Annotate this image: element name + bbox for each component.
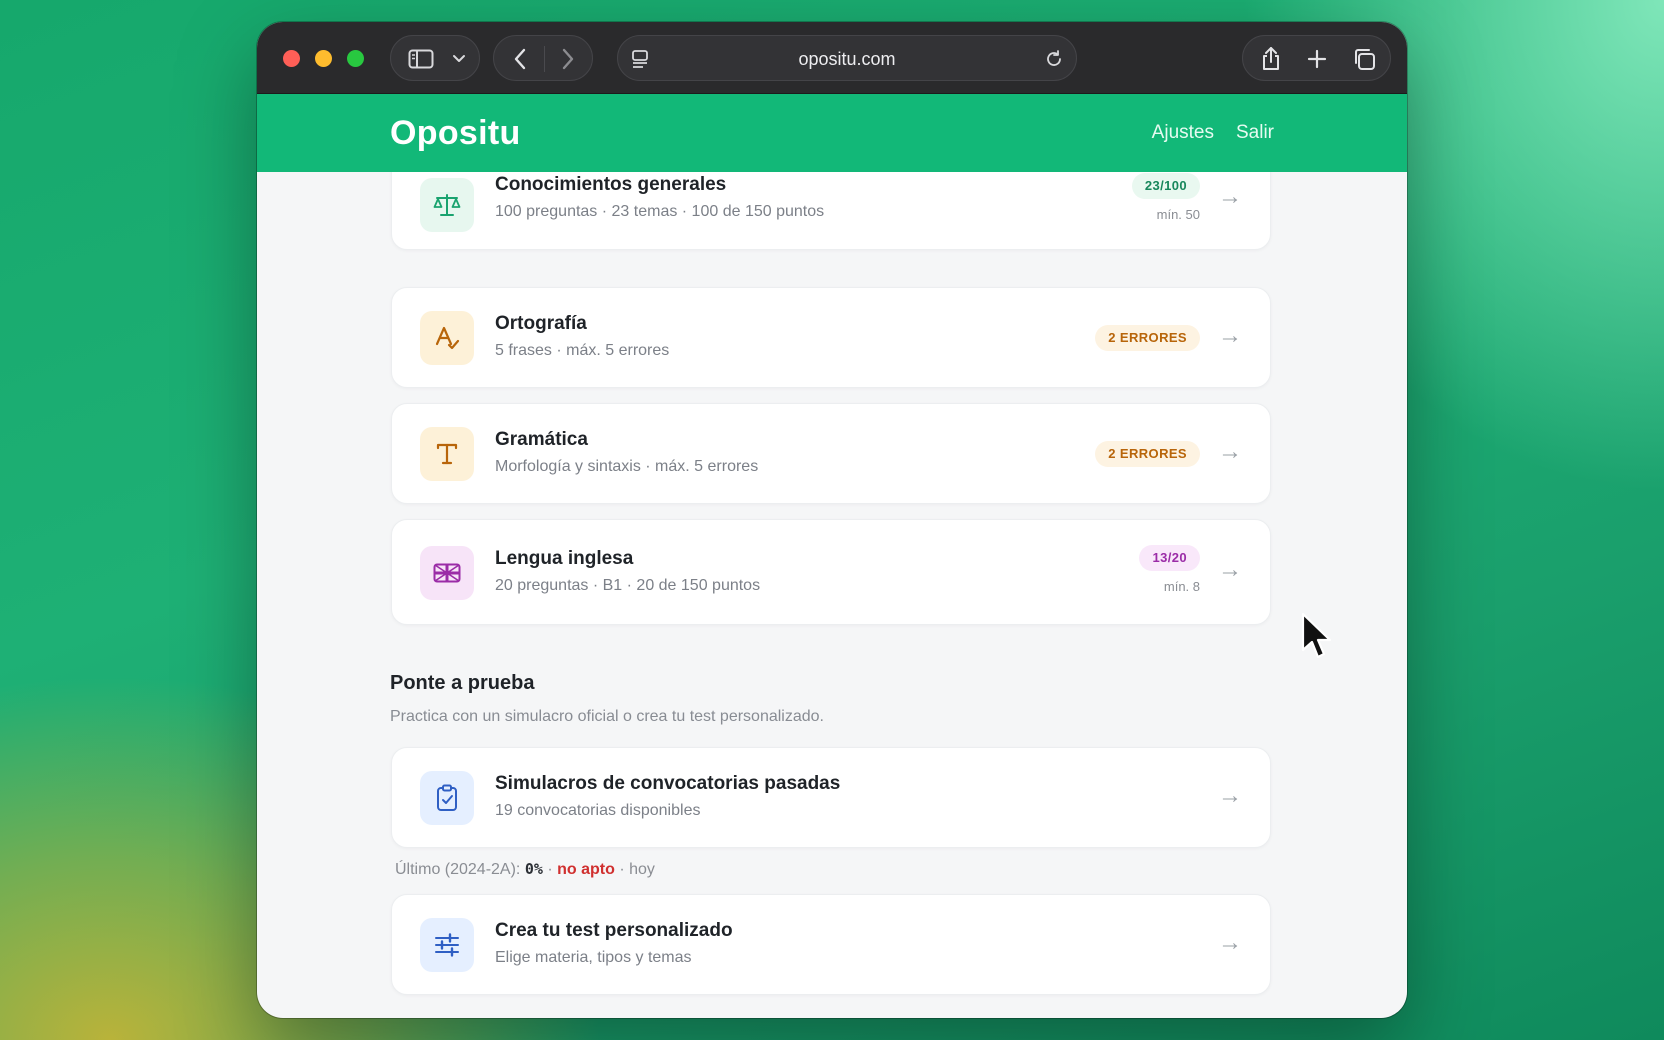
- arrow-right-icon: →: [1218, 929, 1242, 956]
- score-badge: 13/20: [1139, 545, 1200, 571]
- custom-test-card[interactable]: Crea tu test personalizado Elige materia…: [391, 894, 1271, 995]
- section-title: Ponte a prueba: [390, 672, 535, 694]
- sliders-icon: [420, 918, 474, 972]
- page-content: Conocimientos generales 100 preguntas · …: [257, 172, 1407, 1018]
- card-title: Crea tu test personalizado: [495, 920, 733, 941]
- close-window-button[interactable]: [283, 50, 300, 67]
- url-text: opositu.com: [798, 49, 896, 69]
- browser-window: opositu.com Opositu Ajustes Salir Conoci…: [257, 22, 1407, 1018]
- minimum-note: mín. 8: [1163, 579, 1200, 594]
- new-tab-icon[interactable]: [1297, 36, 1337, 82]
- section-subtitle: Practica con un simulacro oficial o crea…: [390, 708, 824, 725]
- spellcheck-icon: [420, 311, 474, 365]
- subject-title: Conocimientos generales: [495, 174, 727, 195]
- uk-flag-icon: [420, 546, 474, 600]
- subject-subtitle: 20 preguntas · B1 · 20 de 150 puntos: [495, 577, 761, 594]
- arrow-right-icon: →: [1218, 556, 1242, 583]
- minimum-note: mín. 50: [1156, 207, 1200, 222]
- last-result-score: 0%: [524, 860, 543, 878]
- address-bar[interactable]: opositu.com: [617, 35, 1077, 81]
- sidebar-icon[interactable]: [401, 36, 441, 82]
- minimize-window-button[interactable]: [315, 50, 332, 67]
- subject-card-spelling[interactable]: Ortografía 5 frases · máx. 5 errores 2 E…: [391, 287, 1271, 388]
- card-subtitle: Elige materia, tipos y temas: [495, 949, 692, 966]
- header-nav: Ajustes Salir: [1152, 94, 1274, 172]
- arrow-right-icon: →: [1218, 438, 1242, 465]
- subject-subtitle: 100 preguntas · 23 temas · 100 de 150 pu…: [495, 203, 825, 220]
- card-subtitle: 19 convocatorias disponibles: [495, 802, 701, 819]
- share-icon[interactable]: [1251, 36, 1291, 82]
- arrow-right-icon: →: [1218, 322, 1242, 349]
- zoom-window-button[interactable]: [347, 50, 364, 67]
- settings-link[interactable]: Ajustes: [1152, 122, 1214, 144]
- browser-toolbar: opositu.com: [257, 22, 1407, 94]
- forward-icon[interactable]: [548, 36, 588, 82]
- errors-badge: 2 ERRORES: [1095, 441, 1200, 467]
- mouse-pointer-icon: [1301, 612, 1333, 667]
- subject-subtitle: Morfología y sintaxis · máx. 5 errores: [495, 458, 759, 475]
- score-badge: 23/100: [1131, 173, 1200, 199]
- back-icon[interactable]: [500, 36, 540, 82]
- last-result-date: hoy: [629, 861, 655, 878]
- logout-link[interactable]: Salir: [1236, 122, 1274, 144]
- sidebar-toggle-group: [390, 35, 480, 81]
- clipboard-check-icon: [420, 771, 474, 825]
- subject-title: Ortografía: [495, 313, 587, 334]
- card-title: Simulacros de convocatorias pasadas: [495, 773, 841, 794]
- app-header: Opositu Ajustes Salir: [257, 94, 1407, 172]
- subject-subtitle: 5 frases · máx. 5 errores: [495, 342, 670, 359]
- history-nav-group: [493, 35, 593, 81]
- tab-overview-icon[interactable]: [1344, 36, 1384, 82]
- text-icon: [420, 427, 474, 481]
- separator: ·: [619, 861, 625, 878]
- errors-badge: 2 ERRORES: [1095, 325, 1200, 351]
- nav-divider: [544, 46, 545, 72]
- subject-card-english[interactable]: Lengua inglesa 20 preguntas · B1 · 20 de…: [391, 519, 1271, 625]
- subject-title: Gramática: [495, 429, 588, 450]
- scale-icon: [420, 178, 474, 232]
- last-result-status: no apto: [557, 861, 615, 878]
- last-result: Último (2024-2A): 0% · no apto · hoy: [395, 860, 655, 879]
- subject-card-grammar[interactable]: Gramática Morfología y sintaxis · máx. 5…: [391, 403, 1271, 504]
- separator: ·: [547, 861, 553, 878]
- last-result-label: Último (2024-2A):: [395, 861, 521, 878]
- arrow-right-icon: →: [1218, 183, 1242, 210]
- reload-icon[interactable]: [1040, 36, 1068, 82]
- brand-logo[interactable]: Opositu: [390, 94, 521, 172]
- subject-title: Lengua inglesa: [495, 548, 634, 569]
- arrow-right-icon: →: [1218, 782, 1242, 809]
- chevron-down-icon[interactable]: [445, 36, 473, 82]
- subject-card-general-knowledge[interactable]: Conocimientos generales 100 preguntas · …: [391, 172, 1271, 250]
- browser-actions-group: [1242, 35, 1391, 81]
- past-exams-card[interactable]: Simulacros de convocatorias pasadas 19 c…: [391, 747, 1271, 848]
